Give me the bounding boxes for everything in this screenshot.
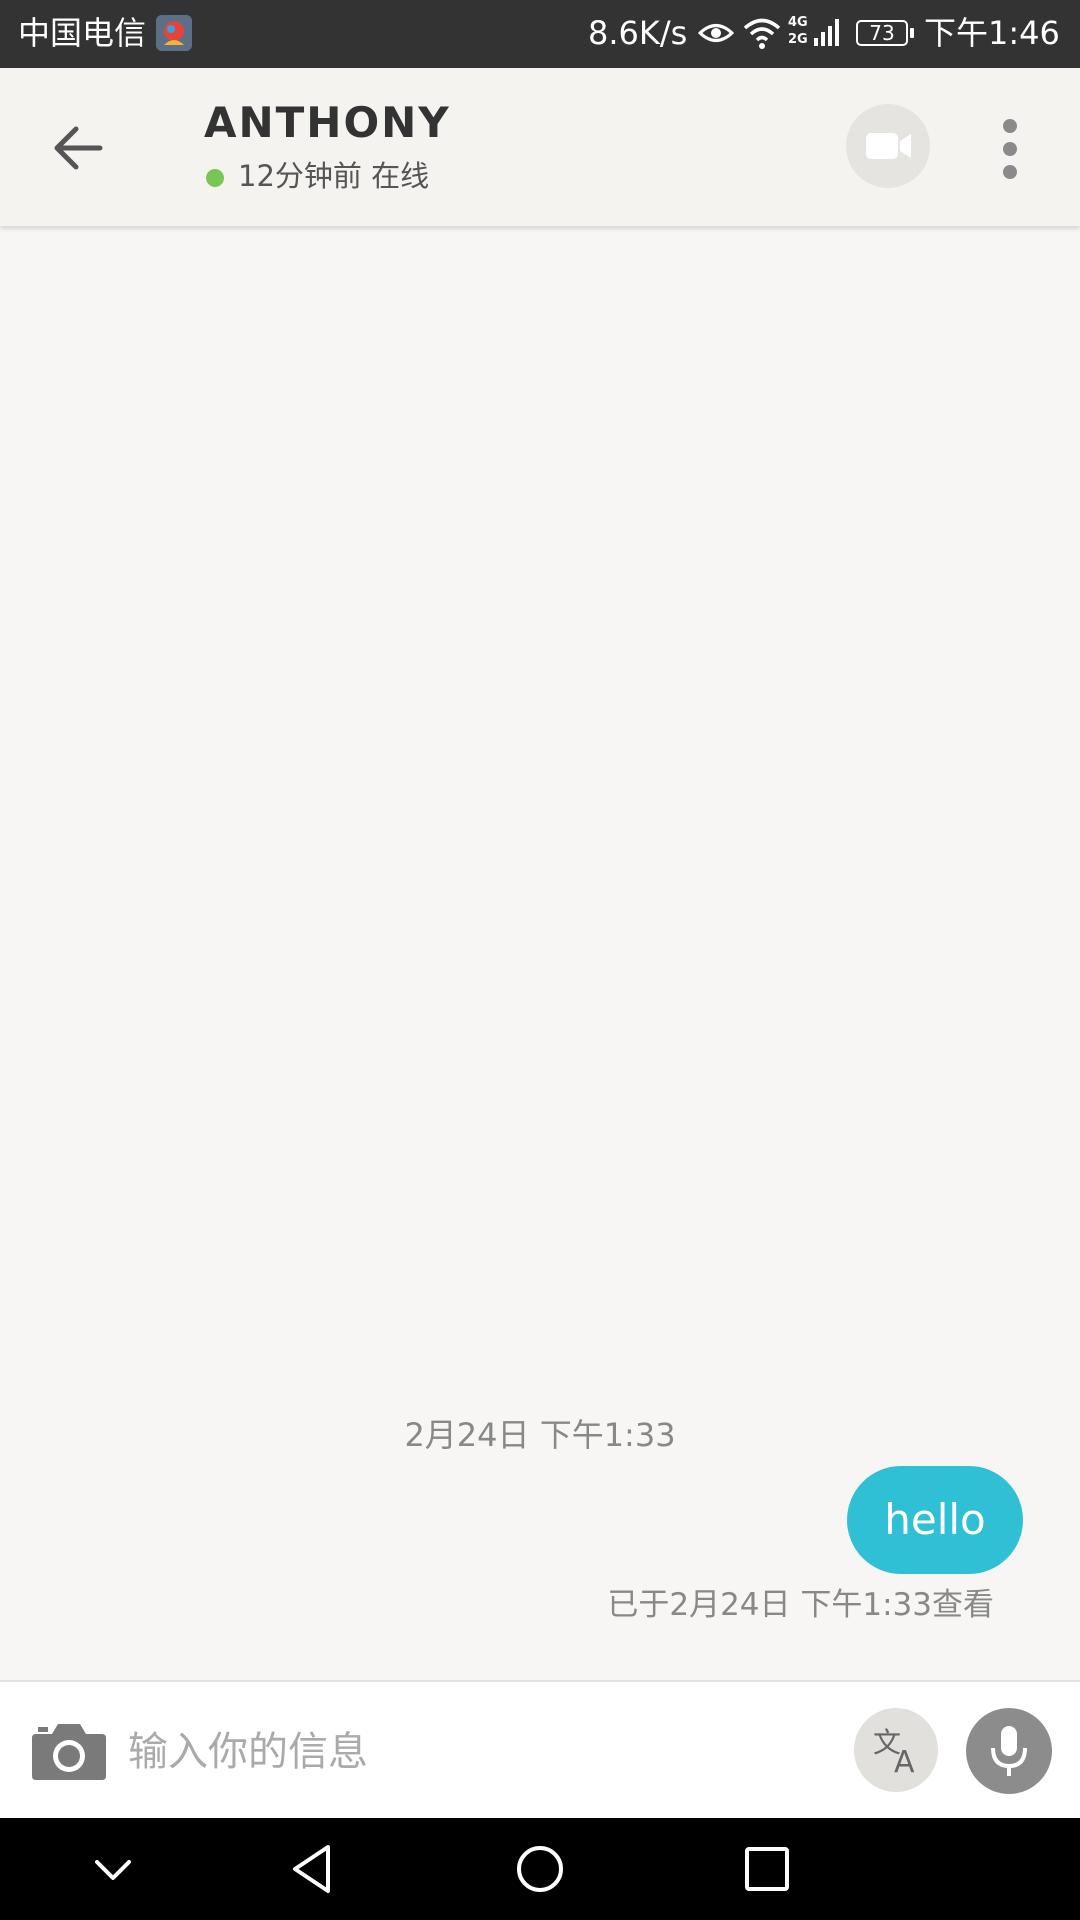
app-notification-icon (156, 15, 192, 51)
signal-bars-icon (814, 16, 844, 52)
svg-text:A: A (894, 1745, 915, 1780)
read-receipt: 已于2月24日 下午1:33查看 (607, 1587, 994, 1623)
video-camera-icon (866, 133, 911, 159)
nav-recents-button[interactable] (732, 1836, 802, 1902)
more-vertical-icon (1003, 119, 1017, 179)
message-input[interactable] (126, 1712, 830, 1792)
contact-name[interactable]: ANTHONY (204, 98, 451, 148)
eye-comfort-icon (697, 18, 735, 52)
network-speed: 8.6K/s (588, 14, 688, 52)
nav-back-button[interactable] (278, 1836, 348, 1902)
network-type: 4G 2G (788, 15, 808, 47)
arrow-left-icon (54, 126, 103, 170)
wifi-icon (742, 16, 782, 54)
translate-icon: 文 A (873, 1726, 915, 1780)
circle-home-icon (517, 1846, 563, 1892)
chevron-down-icon (95, 1860, 131, 1880)
status-time: 下午1:46 (924, 14, 1060, 52)
camera-icon (32, 1724, 106, 1780)
voice-input-button[interactable] (966, 1708, 1052, 1794)
battery-level: 73 (856, 20, 908, 46)
system-navigation-bar (0, 1818, 1080, 1920)
online-status: 12分钟前 在线 (238, 159, 430, 193)
online-indicator (206, 169, 224, 187)
triangle-back-icon (293, 1845, 330, 1893)
video-call-button[interactable] (846, 104, 930, 188)
message-date: 2月24日 下午1:33 (404, 1416, 676, 1454)
hide-nav-button[interactable] (78, 1836, 148, 1902)
more-options-button[interactable] (990, 114, 1030, 184)
battery-icon (910, 28, 914, 38)
back-button[interactable] (44, 118, 114, 178)
square-recents-icon (745, 1847, 789, 1891)
camera-button[interactable] (30, 1720, 108, 1782)
status-bar: 中国电信 8.6K/s 4G 2G 73 下午1:46 (0, 0, 1080, 68)
carrier-name: 中国电信 (18, 14, 147, 52)
chat-header: ANTHONY 12分钟前 在线 (0, 68, 1080, 226)
microphone-icon (991, 1726, 1027, 1776)
nav-home-button[interactable] (505, 1836, 575, 1902)
message-input-bar: 文 A (0, 1680, 1080, 1818)
outgoing-message-bubble[interactable]: hello (847, 1466, 1023, 1574)
translate-button[interactable]: 文 A (854, 1708, 938, 1792)
